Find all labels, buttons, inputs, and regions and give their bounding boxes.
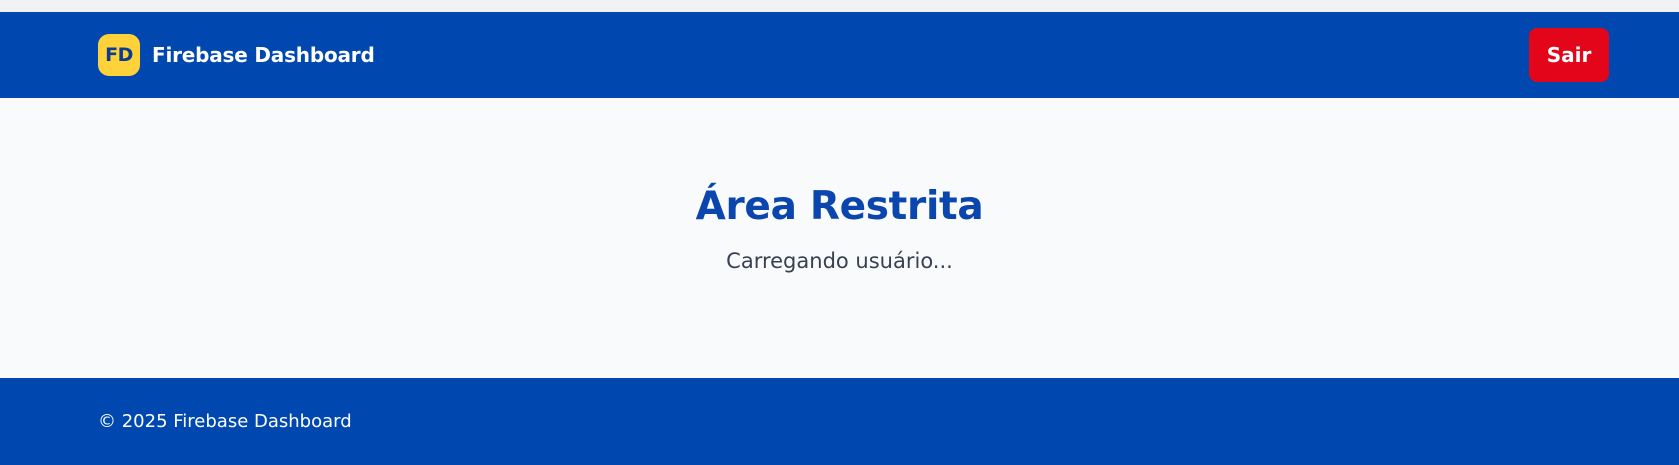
- app-header: FD Firebase Dashboard Sair: [0, 12, 1679, 98]
- top-strip: [0, 0, 1679, 12]
- loading-status: Carregando usuário...: [726, 249, 953, 273]
- brand[interactable]: FD Firebase Dashboard: [98, 34, 375, 76]
- main-content: Área Restrita Carregando usuário...: [0, 98, 1679, 378]
- logout-button[interactable]: Sair: [1529, 28, 1609, 82]
- app-logo: FD: [98, 34, 140, 76]
- copyright-text: © 2025 Firebase Dashboard: [98, 411, 352, 432]
- app-footer: © 2025 Firebase Dashboard: [0, 378, 1679, 465]
- page-title: Área Restrita: [695, 184, 984, 229]
- app-title: Firebase Dashboard: [152, 43, 375, 67]
